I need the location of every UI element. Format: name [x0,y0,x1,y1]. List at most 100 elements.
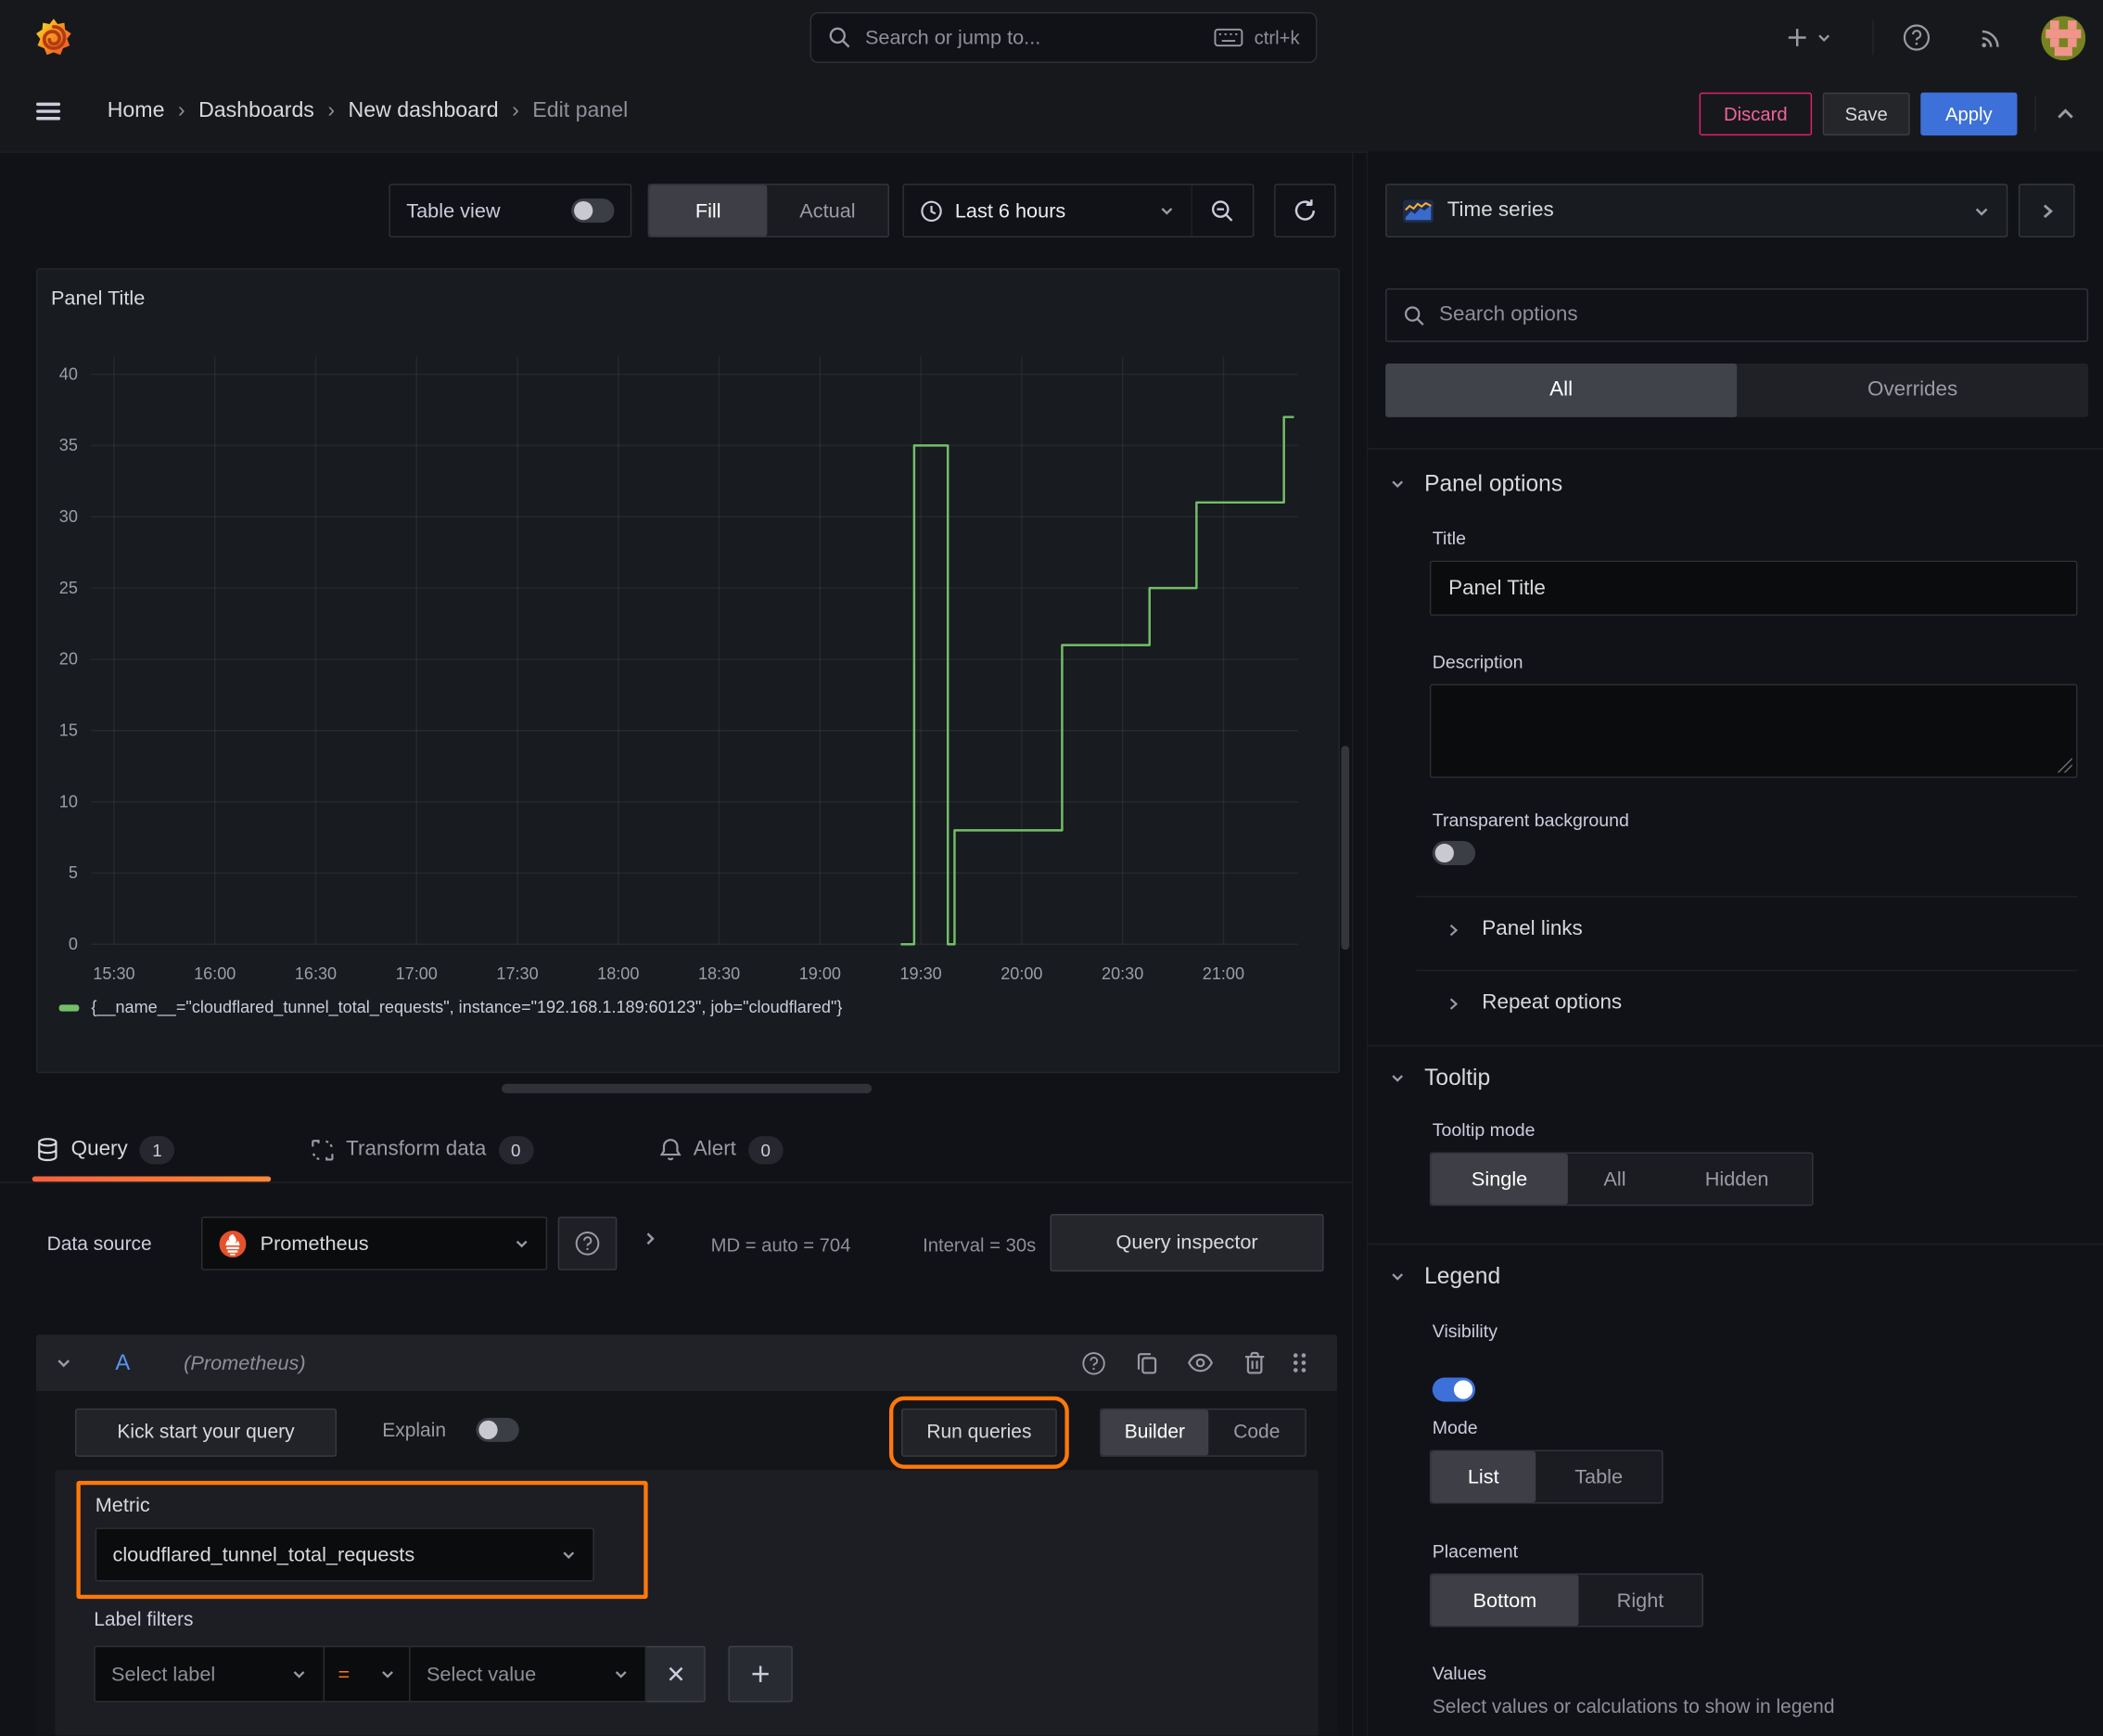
time-range-picker[interactable]: Last 6 hours [904,185,1192,236]
remove-filter-button[interactable] [646,1645,706,1703]
query-row-header[interactable]: A (Prometheus) [36,1334,1338,1391]
label-filter-value-select[interactable]: Select value [410,1645,647,1703]
database-icon [36,1138,59,1162]
chevron-down-icon [514,1235,529,1251]
options-sidebar: Time series Search options All Overrides [1368,151,2103,1736]
fill-option[interactable]: Fill [649,185,768,236]
breadcrumb-new-dashboard[interactable]: New dashboard [349,99,499,123]
hide-query-icon[interactable] [1174,1351,1228,1375]
help-icon[interactable] [1902,23,1931,53]
tab-overrides[interactable]: Overrides [1737,364,2088,417]
description-textarea[interactable] [1429,683,2078,778]
duplicate-query-icon[interactable] [1120,1351,1174,1375]
select-label-placeholder: Select label [111,1662,216,1686]
chevron-right-icon: › [327,99,336,122]
legend-header[interactable]: Legend [1389,1264,1500,1291]
tab-alert[interactable]: Alert 0 [659,1130,784,1169]
kick-start-query-button[interactable]: Kick start your query [74,1408,338,1457]
breadcrumb: Home › Dashboards › New dashboard › Edit… [108,96,629,128]
builder-option[interactable]: Builder [1101,1410,1209,1456]
search-icon [1403,304,1426,327]
table-view-toggle[interactable] [571,198,615,223]
resize-handle-icon[interactable] [2057,758,2072,773]
tab-transform[interactable]: Transform data 0 [312,1130,534,1169]
user-avatar[interactable] [2041,16,2086,61]
datasource-help-button[interactable] [557,1216,618,1270]
repeat-options-header[interactable]: Repeat options [1446,991,1622,1015]
tab-alert-label: Alert [693,1137,736,1161]
query-row-card: A (Prometheus) Kick start your query Exp… [36,1334,1338,1736]
news-rss-icon[interactable] [1977,23,2007,53]
chevron-down-icon[interactable] [55,1354,72,1372]
title-field[interactable] [1429,560,2078,616]
svg-text:5: 5 [69,863,78,882]
label-filter-label-select[interactable]: Select label [94,1645,325,1703]
run-queries-button[interactable]: Run queries [888,1396,1069,1469]
drag-handle-icon[interactable] [1281,1351,1319,1375]
legend-mode-table[interactable]: Table [1536,1451,1662,1502]
zoom-out-button[interactable] [1192,185,1253,236]
visualization-value: Time series [1447,198,1554,222]
metric-label: Metric [95,1494,150,1517]
panel-title-input[interactable] [1429,560,2078,616]
actual-option[interactable]: Actual [767,185,887,236]
grafana-logo[interactable] [32,16,75,58]
expand-row-icon[interactable] [641,1230,658,1247]
svg-text:25: 25 [59,579,78,597]
main-scrollbar-thumb[interactable] [1341,746,1350,951]
description-field-label: Description [1432,651,1523,672]
transparent-bg-toggle[interactable] [1432,840,1476,865]
legend-mode-list[interactable]: List [1431,1451,1536,1502]
panel-preview: Panel Title 0 5 10 15 20 25 30 35 40 15:30 16:00 16… [36,268,1340,1074]
label-filter-row: Select label = Select value [94,1645,793,1703]
visualization-picker[interactable]: Time series [1385,184,2008,238]
svg-text:16:30: 16:30 [295,964,337,983]
options-tabs: All Overrides [1385,363,2089,417]
tooltip-single-option[interactable]: Single [1431,1153,1568,1205]
tooltip-header[interactable]: Tooltip [1389,1065,1490,1091]
breadcrumb-dashboards[interactable]: Dashboards [198,99,314,123]
delete-query-icon[interactable] [1227,1351,1281,1375]
panel-resize-handle[interactable] [501,1083,873,1093]
menu-toggle-icon[interactable] [32,96,65,128]
select-value-placeholder: Select value [426,1662,537,1686]
datasource-label: Data source [46,1233,152,1256]
refresh-button[interactable] [1274,184,1336,238]
section-divider [1368,448,2103,450]
add-menu[interactable] [1784,19,1832,56]
search-options-input[interactable]: Search options [1385,287,2089,342]
query-help-icon[interactable] [1066,1350,1120,1375]
search-options-placeholder: Search options [1439,302,1578,326]
svg-text:19:30: 19:30 [899,964,941,983]
breadcrumb-home[interactable]: Home [108,99,165,123]
svg-text:20:00: 20:00 [1001,964,1042,983]
global-search[interactable]: Search or jump to... ctrl+k [809,12,1318,63]
save-button[interactable]: Save [1822,92,1910,136]
code-option[interactable]: Code [1208,1410,1305,1455]
panel-links-header[interactable]: Panel links [1446,917,1583,941]
panel-title[interactable]: Panel Title [51,287,145,311]
datasource-picker[interactable]: Prometheus [200,1216,548,1270]
panel-options-header[interactable]: Panel options [1389,471,1562,498]
label-filters-label: Label filters [94,1609,194,1631]
tab-query[interactable]: Query 1 [36,1130,175,1169]
collapse-options-button[interactable] [2018,184,2075,238]
tab-all[interactable]: All [1385,363,1738,417]
tooltip-hidden-option[interactable]: Hidden [1662,1154,1812,1205]
legend-title: Legend [1424,1263,1501,1290]
explain-toggle[interactable] [476,1417,519,1442]
placement-right[interactable]: Right [1578,1575,1702,1626]
apply-button[interactable]: Apply [1920,92,2018,136]
tooltip-all-option[interactable]: All [1568,1154,1662,1205]
add-filter-button[interactable] [728,1645,793,1703]
discard-button[interactable]: Discard [1699,92,1813,136]
query-inspector-button[interactable]: Query inspector [1050,1214,1324,1272]
collapse-header-icon[interactable] [2052,100,2079,127]
placement-bottom[interactable]: Bottom [1431,1575,1579,1627]
label-filter-operator-select[interactable]: = [325,1645,411,1703]
clock-icon [920,199,943,223]
legend-visibility-toggle[interactable] [1432,1377,1476,1402]
chart-legend[interactable]: {__name__="cloudflared_tunnel_total_requ… [58,998,843,1016]
metric-select[interactable]: cloudflared_tunnel_total_requests [95,1527,594,1582]
repeat-options-label: Repeat options [1482,990,1623,1015]
